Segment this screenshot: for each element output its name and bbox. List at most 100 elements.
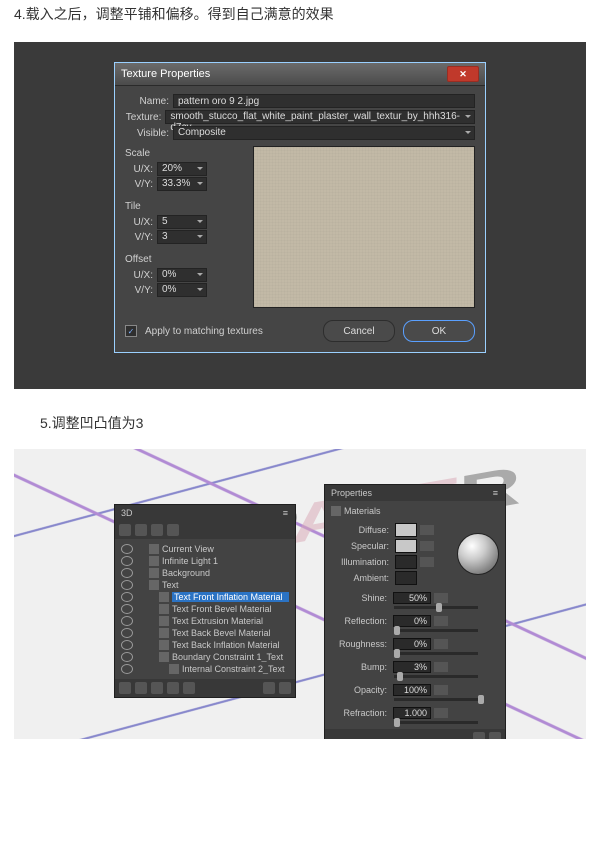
item-icon <box>169 664 179 674</box>
bump-slider[interactable] <box>394 675 478 678</box>
filter-icon[interactable] <box>119 524 131 536</box>
filter-icon[interactable] <box>135 524 147 536</box>
bump-slider-row <box>329 674 501 679</box>
tool-icon[interactable] <box>119 682 131 694</box>
panel-menu-icon[interactable]: ≡ <box>493 488 499 498</box>
tile-vy-select[interactable]: 3 <box>157 230 207 244</box>
visibility-icon[interactable] <box>121 640 133 650</box>
roughness-row: Roughness:0% <box>329 637 501 651</box>
trash-icon[interactable] <box>489 732 501 739</box>
visibility-icon[interactable] <box>121 604 133 614</box>
ok-button[interactable]: OK <box>403 320 475 342</box>
ambient-label: Ambient: <box>333 573 389 583</box>
folder-icon[interactable] <box>434 685 448 695</box>
folder-icon[interactable] <box>434 662 448 672</box>
offset-vy-select[interactable]: 0% <box>157 283 207 297</box>
opacity-value[interactable]: 100% <box>393 684 431 696</box>
name-label: Name: <box>125 96 169 107</box>
opacity-row: Opacity:100% <box>329 683 501 697</box>
tile-ux-select[interactable]: 5 <box>157 215 207 229</box>
lightbulb-icon[interactable] <box>151 682 163 694</box>
folder-icon[interactable] <box>420 557 434 567</box>
visibility-icon[interactable] <box>121 568 133 578</box>
folder-icon[interactable] <box>420 541 434 551</box>
diffuse-label: Diffuse: <box>333 525 389 535</box>
visibility-icon[interactable] <box>121 628 133 638</box>
list-item[interactable]: Text Front Bevel Material <box>119 603 291 615</box>
scale-ux-select[interactable]: 20% <box>157 162 207 176</box>
list-item[interactable]: Text Front Inflation Material <box>119 591 291 603</box>
materials-label: Materials <box>344 506 381 516</box>
list-item[interactable]: Background <box>119 567 291 579</box>
shine-slider[interactable] <box>394 606 478 609</box>
refraction-slider[interactable] <box>394 721 478 724</box>
refraction-row: Refraction:1.000 <box>329 706 501 720</box>
item-icon <box>159 628 169 638</box>
item-label: Text Front Bevel Material <box>172 604 289 614</box>
tile-ux-label: U/X: <box>125 217 153 228</box>
tool-icon[interactable] <box>167 682 179 694</box>
list-item[interactable]: Current View <box>119 543 291 555</box>
opacity-slider[interactable] <box>394 698 478 701</box>
folder-icon[interactable] <box>434 593 448 603</box>
filter-icon[interactable] <box>151 524 163 536</box>
dialog-title: Texture Properties <box>121 68 210 80</box>
list-item[interactable]: Boundary Constraint 1_Text <box>119 651 291 663</box>
filter-icon[interactable] <box>167 524 179 536</box>
item-label: Text Extrusion Material <box>172 616 289 626</box>
shine-slider-row <box>329 605 501 610</box>
reflection-label: Reflection: <box>331 616 387 626</box>
properties-title: Properties <box>331 488 372 498</box>
item-label: Infinite Light 1 <box>162 556 289 566</box>
texture-select[interactable]: smooth_stucco_flat_white_paint_plaster_w… <box>165 110 475 124</box>
illumination-swatch[interactable] <box>395 555 417 569</box>
shine-label: Shine: <box>331 593 387 603</box>
visible-label: Visible: <box>125 128 169 139</box>
reflection-row: Reflection:0% <box>329 614 501 628</box>
panel-menu-icon[interactable]: ≡ <box>283 508 289 518</box>
visibility-icon[interactable] <box>121 652 133 662</box>
cancel-button[interactable]: Cancel <box>323 320 395 342</box>
ambient-swatch[interactable] <box>395 571 417 585</box>
list-item[interactable]: Infinite Light 1 <box>119 555 291 567</box>
item-icon <box>149 544 159 554</box>
list-item[interactable]: Text Back Bevel Material <box>119 627 291 639</box>
list-item[interactable]: Internal Constraint 2_Text <box>119 663 291 675</box>
render-icon[interactable] <box>263 682 275 694</box>
list-item[interactable]: Text Extrusion Material <box>119 615 291 627</box>
item-icon <box>159 640 169 650</box>
item-icon <box>149 580 159 590</box>
visible-select[interactable]: Composite <box>173 126 475 140</box>
apply-matching-checkbox[interactable]: ✓ <box>125 325 137 337</box>
material-preview-sphere[interactable] <box>457 533 499 575</box>
specular-swatch[interactable] <box>395 539 417 553</box>
properties-bottom-toolbar <box>325 729 505 739</box>
close-icon[interactable]: ✕ <box>447 66 479 82</box>
list-item[interactable]: Text <box>119 579 291 591</box>
folder-icon[interactable] <box>434 616 448 626</box>
item-label: Internal Constraint 2_Text <box>182 664 289 674</box>
folder-icon[interactable] <box>434 708 448 718</box>
visibility-icon[interactable] <box>121 616 133 626</box>
visibility-icon[interactable] <box>121 556 133 566</box>
name-input[interactable] <box>173 94 475 108</box>
folder-icon[interactable] <box>434 639 448 649</box>
scale-vy-select[interactable]: 33.3% <box>157 177 207 191</box>
tile-vy-label: V/Y: <box>125 232 153 243</box>
tool-icon[interactable] <box>473 732 485 739</box>
reflection-slider[interactable] <box>394 629 478 632</box>
materials-icon <box>331 506 341 516</box>
visibility-icon[interactable] <box>121 592 133 602</box>
tool-icon[interactable] <box>135 682 147 694</box>
visibility-icon[interactable] <box>121 580 133 590</box>
diffuse-swatch[interactable] <box>395 523 417 537</box>
visibility-icon[interactable] <box>121 544 133 554</box>
folder-icon[interactable] <box>420 525 434 535</box>
visibility-icon[interactable] <box>121 664 133 674</box>
tool-icon[interactable] <box>183 682 195 694</box>
list-item[interactable]: Text Back Inflation Material <box>119 639 291 651</box>
trash-icon[interactable] <box>279 682 291 694</box>
roughness-slider[interactable] <box>394 652 478 655</box>
offset-ux-select[interactable]: 0% <box>157 268 207 282</box>
shine-value[interactable]: 50% <box>393 592 431 604</box>
